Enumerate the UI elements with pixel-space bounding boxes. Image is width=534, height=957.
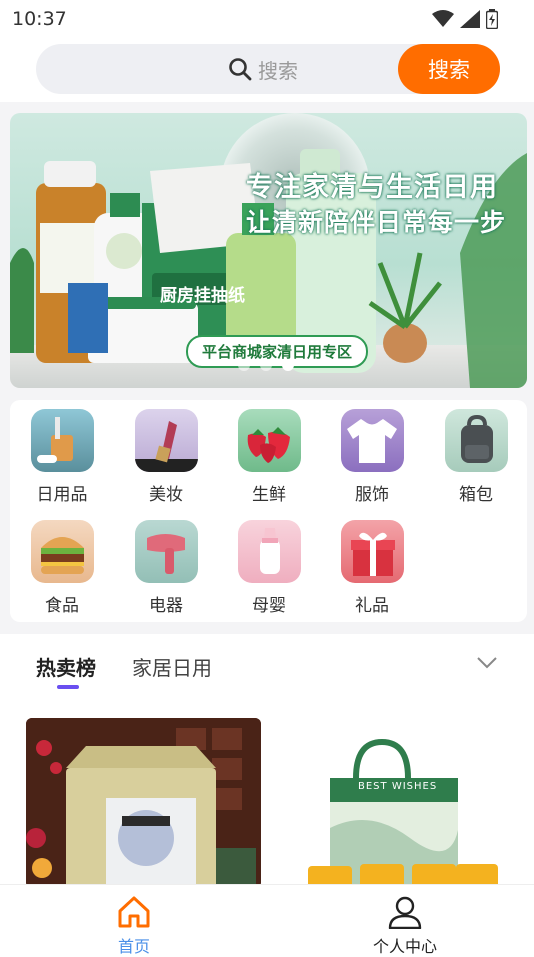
search-icon — [229, 58, 252, 81]
chevron-down-icon[interactable] — [476, 656, 498, 670]
toothbrush-cup-icon — [30, 409, 94, 472]
product-image — [26, 718, 261, 888]
category-label: 电器 — [149, 596, 183, 616]
category-item-food[interactable]: 食品 — [22, 520, 102, 616]
search-header: 搜索 搜索 — [0, 38, 534, 102]
category-item-daily[interactable]: 日用品 — [22, 409, 102, 505]
category-item-gift[interactable]: 礼品 — [332, 520, 412, 616]
product-card[interactable] — [26, 718, 261, 888]
carousel-dot[interactable] — [260, 359, 272, 371]
bottom-nav: 首页 个人中心 — [0, 884, 534, 957]
home-icon — [118, 896, 150, 928]
nav-home[interactable]: 首页 — [100, 895, 168, 957]
status-bar: 10:37 — [0, 0, 534, 38]
strawberry-icon — [237, 409, 301, 472]
tshirt-icon — [340, 409, 404, 472]
tab-hot-ranking[interactable]: 热卖榜 — [36, 652, 96, 681]
carousel-dot-active[interactable] — [282, 359, 294, 371]
category-label: 日用品 — [36, 485, 88, 505]
status-icons — [432, 9, 498, 29]
burger-icon — [30, 520, 94, 583]
wifi-icon — [432, 10, 454, 27]
category-label: 礼品 — [355, 596, 389, 616]
user-icon — [388, 896, 422, 930]
category-label: 服饰 — [355, 485, 389, 505]
category-label: 箱包 — [459, 485, 493, 505]
battery-icon — [486, 9, 498, 29]
category-label: 食品 — [45, 596, 79, 616]
lipstick-icon — [134, 409, 198, 472]
category-item-beauty[interactable]: 美妆 — [126, 409, 206, 505]
banner-subheadline: 让清新陪伴日常每一步 — [246, 208, 507, 237]
baby-bottle-icon — [237, 520, 301, 583]
hair-dryer-icon — [134, 520, 198, 583]
category-item-apparel[interactable]: 服饰 — [332, 409, 412, 505]
category-label: 美妆 — [149, 485, 183, 505]
nav-profile-label: 个人中心 — [372, 937, 437, 956]
signal-icon — [460, 10, 480, 28]
category-item-baby[interactable]: 母婴 — [229, 520, 309, 616]
nav-profile[interactable]: 个人中心 — [360, 895, 450, 957]
carousel-dot[interactable] — [238, 359, 250, 371]
category-label: 母婴 — [252, 596, 286, 616]
promo-banner[interactable]: 专注家清与生活日用 让清新陪伴日常每一步 厨房挂抽纸 平台商城家清日用专区 — [10, 113, 527, 388]
status-time: 10:37 — [12, 8, 67, 30]
carousel-dots — [238, 359, 294, 371]
banner-product-label: 厨房挂抽纸 — [160, 286, 245, 306]
search-placeholder: 搜索 — [258, 58, 298, 83]
category-item-fresh[interactable]: 生鲜 — [229, 409, 309, 505]
product-card[interactable]: BEST WISHES — [280, 718, 515, 888]
product-image — [308, 738, 498, 888]
search-input[interactable]: 搜索 搜索 — [36, 44, 500, 94]
gift-box-icon — [340, 520, 404, 583]
product-packaging-text: BEST WISHES — [358, 781, 438, 792]
search-button[interactable]: 搜索 — [398, 44, 500, 94]
tab-home-daily[interactable]: 家居日用 — [132, 652, 212, 681]
category-label: 生鲜 — [252, 485, 286, 505]
backpack-icon — [444, 409, 508, 472]
category-grid: 日用品 美妆 生鲜 服饰 箱包 食品 电器 母婴 礼品 — [10, 400, 527, 622]
search-inner: 搜索 — [228, 44, 298, 94]
tab-indicator — [57, 685, 79, 689]
category-item-appliance[interactable]: 电器 — [126, 520, 206, 616]
category-item-bags[interactable]: 箱包 — [436, 409, 516, 505]
banner-headline: 专注家清与生活日用 — [246, 172, 498, 203]
nav-home-label: 首页 — [117, 937, 150, 956]
